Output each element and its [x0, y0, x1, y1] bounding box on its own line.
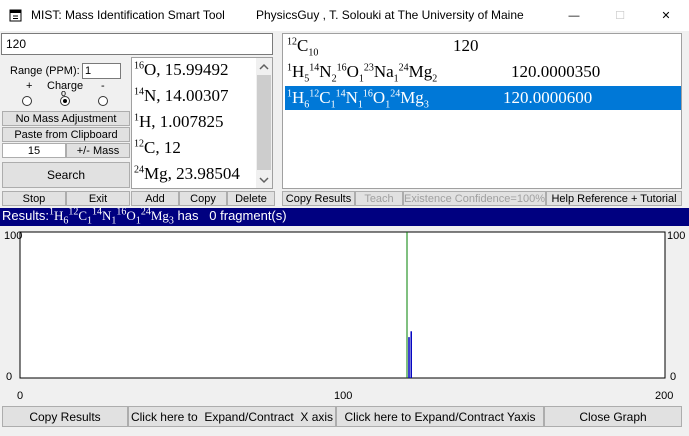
- plus-minus-mass-button[interactable]: +/- Mass: [66, 143, 130, 158]
- close-button[interactable]: ✕: [643, 0, 689, 31]
- formula: 12C10: [287, 36, 319, 59]
- list-item[interactable]: 14N, 14.00307: [134, 86, 229, 106]
- mass-value: 120.0000350: [511, 62, 601, 81]
- delete-button[interactable]: Delete: [227, 191, 275, 206]
- y-tick-label-right: 0: [670, 371, 676, 383]
- window-title: MIST: Mass Identification Smart Tool: [31, 8, 225, 22]
- expand-x-axis-button[interactable]: Click here to Expand/Contract X axis: [128, 406, 336, 427]
- x-tick-label: 0: [17, 390, 23, 402]
- formula: 1H514N216O123Na124Mg2: [287, 62, 438, 85]
- list-item[interactable]: 1H, 1.007825: [134, 112, 224, 132]
- range-ppm-input[interactable]: [82, 63, 121, 79]
- paste-clipboard-button[interactable]: Paste from Clipboard: [2, 127, 130, 142]
- range-label: Range (PPM):: [10, 65, 80, 77]
- charge-minus-radio[interactable]: [98, 96, 108, 106]
- charge-plus-label: +: [26, 80, 33, 92]
- results-status-bar: Results:1H612C114N116O124Mg3 has 0 fragm…: [0, 206, 689, 227]
- exit-button[interactable]: Exit: [66, 191, 130, 206]
- teach-button[interactable]: Teach: [355, 191, 403, 206]
- formula: 1H612C114N116O124Mg3: [287, 88, 429, 111]
- charge-minus-label: -: [101, 80, 105, 92]
- help-reference-button[interactable]: Help Reference + Tutorial: [546, 191, 682, 206]
- spectrum-chart-area: 100 0 100 0 0 100 200: [0, 227, 689, 404]
- results-prefix: Results:: [2, 208, 49, 223]
- spectrum-chart: 100 0 100 0 0 100 200: [4, 230, 685, 402]
- stop-button[interactable]: Stop: [2, 191, 66, 206]
- list-item[interactable]: 12C, 12: [134, 138, 181, 158]
- no-mass-adjustment-button[interactable]: No Mass Adjustment: [2, 111, 130, 126]
- y-tick-label-left: 100: [4, 230, 22, 242]
- results-list[interactable]: 12C10 120 1H514N216O123Na124Mg2 120.0000…: [282, 33, 682, 189]
- scroll-down-icon[interactable]: [259, 176, 269, 184]
- y-tick-label-right: 100: [667, 230, 685, 242]
- mass-input[interactable]: [1, 33, 273, 55]
- results-formula: 1H612C114N116O124Mg3: [48, 206, 174, 227]
- search-button[interactable]: Search: [2, 162, 130, 188]
- charge-neutral-radio[interactable]: [60, 96, 70, 106]
- author-label: PhysicsGuy , T. Solouki at The Universit…: [256, 8, 524, 22]
- list-item[interactable]: 1H514N216O123Na124Mg2 120.0000350: [285, 60, 681, 84]
- add-button[interactable]: Add: [131, 191, 179, 206]
- mass-value: 120.0000600: [503, 88, 593, 107]
- plot-frame: [19, 231, 666, 379]
- list-item-selected[interactable]: 1H612C114N116O124Mg3 120.0000600: [285, 86, 681, 110]
- copy-results-toolbar-button[interactable]: Copy Results: [282, 191, 355, 206]
- copy-results-button[interactable]: Copy Results: [2, 406, 128, 427]
- maximize-button[interactable]: ☐: [597, 0, 643, 31]
- element-list-scroll-thumb[interactable]: [257, 75, 271, 170]
- app-icon: [9, 9, 22, 22]
- scroll-up-icon[interactable]: [259, 63, 269, 71]
- minimize-button[interactable]: —: [551, 0, 597, 31]
- existence-confidence-button[interactable]: Existence Confidence=100%: [403, 191, 546, 206]
- x-tick-label: 100: [334, 390, 352, 402]
- close-icon: ✕: [661, 10, 671, 22]
- y-tick-label-left: 0: [6, 371, 12, 383]
- list-item[interactable]: 24Mg, 23.98504: [134, 164, 240, 184]
- minimize-icon: —: [568, 9, 580, 22]
- list-item[interactable]: 16O, 15.99492: [134, 60, 229, 80]
- x-tick-label: 200: [655, 390, 673, 402]
- copy-button[interactable]: Copy: [179, 191, 227, 206]
- charge-plus-radio[interactable]: [22, 96, 32, 106]
- mass-value: 120: [453, 36, 479, 55]
- mass-tolerance-field[interactable]: 15: [2, 143, 66, 158]
- title-bar: MIST: Mass Identification Smart Tool Phy…: [0, 0, 689, 31]
- element-list[interactable]: 16O, 15.99492 14N, 14.00307 1H, 1.007825…: [131, 57, 273, 189]
- close-graph-button[interactable]: Close Graph: [544, 406, 682, 427]
- expand-y-axis-button[interactable]: Click here to Expand/Contract Yaxis: [336, 406, 544, 427]
- results-suffix: has 0 fragment(s): [173, 208, 287, 223]
- maximize-icon: ☐: [615, 10, 625, 22]
- list-item[interactable]: 12C10 120: [285, 34, 681, 58]
